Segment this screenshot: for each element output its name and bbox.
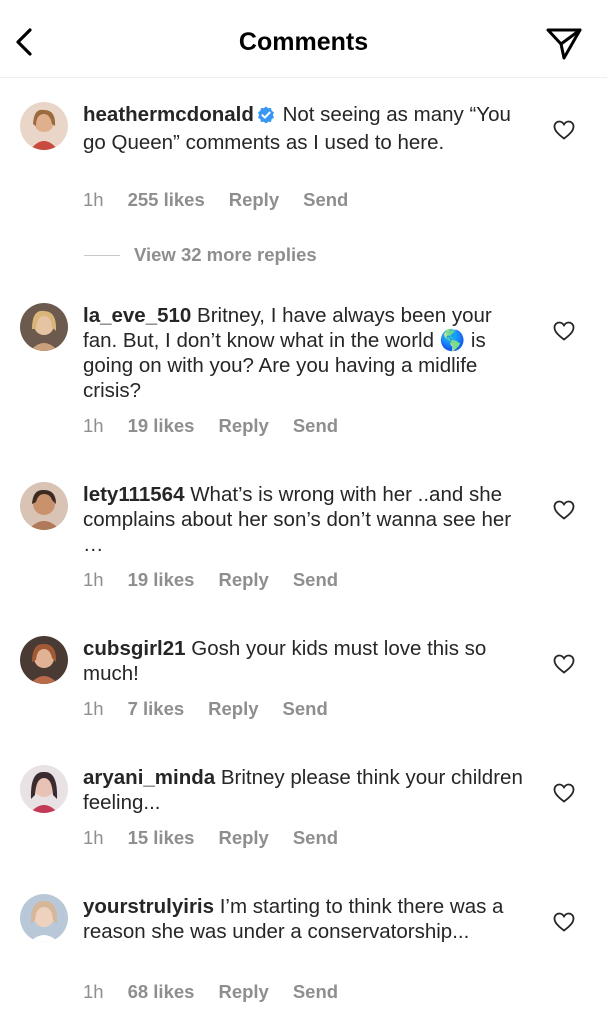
paper-plane-icon (546, 28, 582, 60)
comment-meta: 1h 19 likes Reply Send (83, 569, 362, 591)
comment-time: 1h (83, 698, 104, 719)
send-button[interactable]: Send (293, 415, 338, 436)
reply-button[interactable]: Reply (218, 415, 268, 436)
comment-username[interactable]: aryani_minda (83, 766, 215, 789)
comment-text-block: yourstrulyiris I’m starting to think the… (83, 894, 523, 944)
likes-count[interactable]: 68 likes (128, 981, 195, 1002)
comment-username[interactable]: heathermcdonald (83, 103, 254, 126)
comment-username[interactable]: cubsgirl21 (83, 637, 186, 660)
heart-icon[interactable] (553, 783, 575, 803)
view-more-replies-label: View 32 more replies (134, 244, 317, 265)
comment-username[interactable]: lety111564 (83, 483, 184, 506)
reply-button[interactable]: Reply (208, 698, 258, 719)
comment-time: 1h (83, 415, 104, 436)
reply-button[interactable]: Reply (229, 189, 279, 210)
share-button[interactable] (544, 24, 584, 64)
send-button[interactable]: Send (293, 981, 338, 1002)
avatar[interactable] (20, 303, 68, 351)
comment-meta: 1h 68 likes Reply Send (83, 981, 362, 1003)
heart-icon[interactable] (553, 912, 575, 932)
comment-time: 1h (83, 827, 104, 848)
comment-time: 1h (83, 189, 104, 210)
comment-text-block: la_eve_510 Britney, I have always been y… (83, 303, 523, 403)
send-button[interactable]: Send (293, 569, 338, 590)
comment-time: 1h (83, 981, 104, 1002)
likes-count[interactable]: 255 likes (128, 189, 205, 210)
reply-button[interactable]: Reply (218, 569, 268, 590)
comment-username[interactable]: la_eve_510 (83, 304, 191, 327)
heart-icon[interactable] (553, 500, 575, 520)
likes-count[interactable]: 15 likes (128, 827, 195, 848)
avatar[interactable] (20, 765, 68, 813)
comment-meta: 1h 15 likes Reply Send (83, 827, 362, 849)
comment-text-block: aryani_minda Britney please think your c… (83, 765, 523, 815)
send-button[interactable]: Send (293, 827, 338, 848)
heart-icon[interactable] (553, 321, 575, 341)
avatar[interactable] (20, 482, 68, 530)
reply-button[interactable]: Reply (218, 827, 268, 848)
likes-count[interactable]: 19 likes (128, 415, 195, 436)
comment-username[interactable]: yourstrulyiris (83, 895, 214, 918)
send-button[interactable]: Send (283, 698, 328, 719)
comment-meta: 1h 255 likes Reply Send (83, 189, 372, 211)
heart-icon[interactable] (553, 654, 575, 674)
avatar[interactable] (20, 102, 68, 150)
comment-text-block: heathermcdonald Not seeing as many “You … (83, 102, 523, 155)
header: Comments (0, 0, 607, 78)
comment-meta: 1h 19 likes Reply Send (83, 415, 362, 437)
likes-count[interactable]: 7 likes (128, 698, 185, 719)
divider-line (84, 254, 120, 256)
view-more-replies-button[interactable]: View 32 more replies (84, 244, 317, 268)
verified-badge-icon (257, 105, 275, 130)
comment-text-block: cubsgirl21 Gosh your kids must love this… (83, 636, 523, 686)
page-title: Comments (238, 28, 369, 56)
comment-text-block: lety111564 What’s is wrong with her ..an… (83, 482, 523, 557)
send-button[interactable]: Send (303, 189, 348, 210)
reply-button[interactable]: Reply (218, 981, 268, 1002)
avatar[interactable] (20, 894, 68, 942)
likes-count[interactable]: 19 likes (128, 569, 195, 590)
heart-icon[interactable] (553, 120, 575, 140)
avatar[interactable] (20, 636, 68, 684)
comment-meta: 1h 7 likes Reply Send (83, 698, 352, 720)
comment-time: 1h (83, 569, 104, 590)
